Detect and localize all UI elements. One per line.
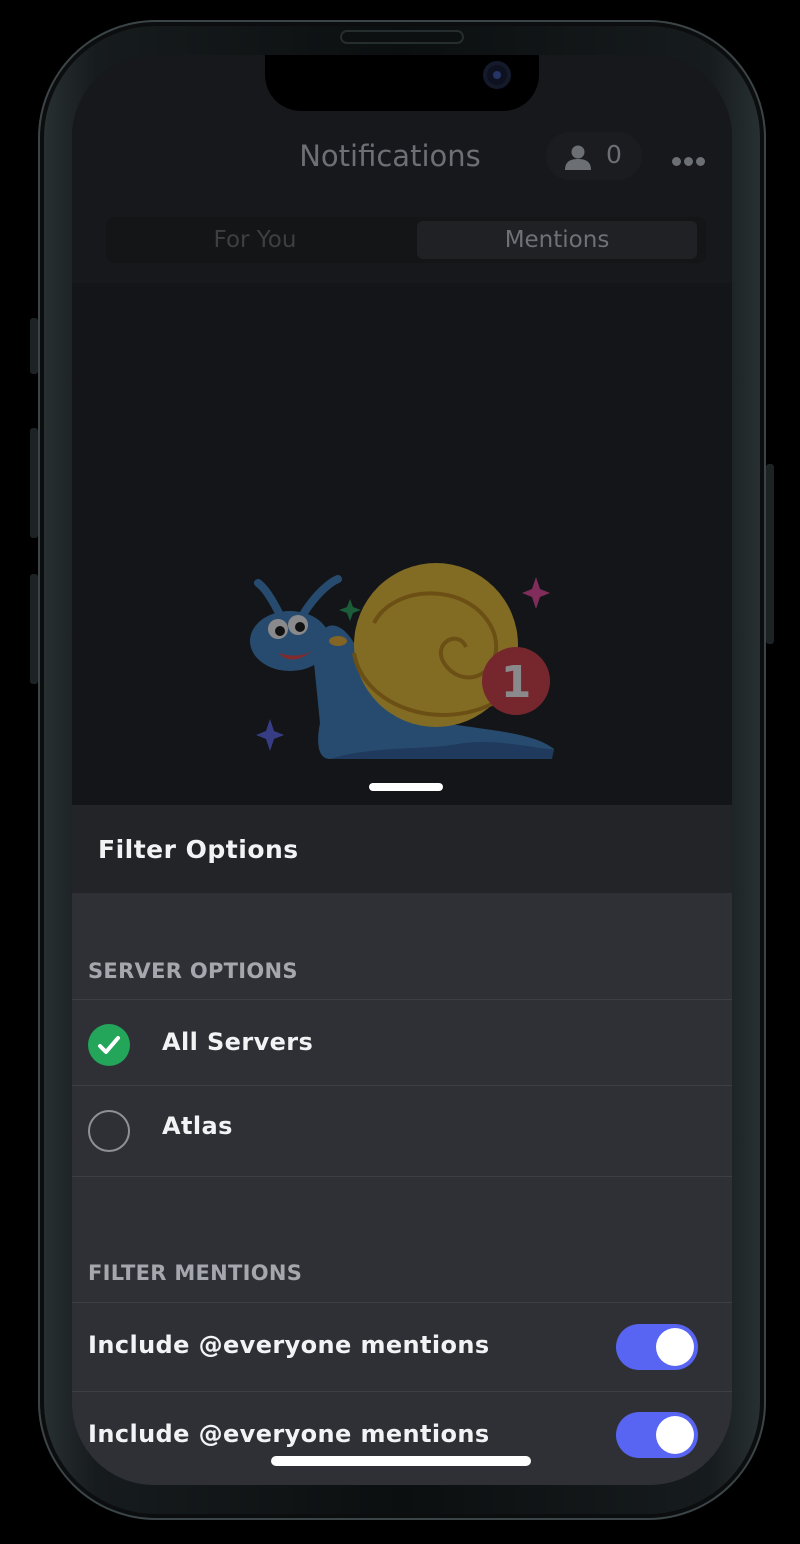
mention-filter-label: Include @everyone mentions — [88, 1420, 490, 1448]
friends-count: 0 — [606, 140, 622, 169]
mention-filter-row: Include @everyone mentions — [72, 1391, 732, 1485]
volume-up-button — [30, 428, 38, 538]
mute-switch — [30, 318, 38, 374]
tab-for-you[interactable]: For You — [110, 221, 400, 259]
sheet-drag-handle[interactable] — [369, 783, 443, 791]
more-horizontal-icon[interactable] — [672, 151, 708, 166]
filter-options-sheet: SERVER OPTIONS All Servers Atlas FILTER … — [72, 893, 732, 1485]
sheet-header: Filter Options — [72, 805, 732, 893]
server-option-atlas[interactable]: Atlas — [72, 1085, 732, 1177]
sheet-title: Filter Options — [98, 835, 299, 864]
power-button — [766, 464, 774, 644]
snail-illustration: 1 — [250, 563, 554, 759]
camera-icon — [483, 61, 511, 89]
person-icon — [565, 145, 591, 170]
mention-filter-toggle[interactable] — [616, 1324, 698, 1370]
radio-checked[interactable] — [88, 1024, 130, 1066]
filter-mentions-label: FILTER MENTIONS — [88, 1261, 303, 1285]
mention-filter-row: Include @everyone mentions — [72, 1302, 732, 1391]
mention-filter-toggle[interactable] — [616, 1412, 698, 1458]
home-indicator[interactable] — [271, 1456, 531, 1466]
phone-screen: Notifications 0 For You Mentions 1 Filte… — [72, 55, 732, 1485]
mention-filter-label: Include @everyone mentions — [88, 1331, 490, 1359]
notifications-screen-dimmed: Notifications 0 For You Mentions 1 — [72, 55, 732, 815]
friends-count-pill[interactable]: 0 — [546, 132, 642, 180]
tab-mentions[interactable]: Mentions — [417, 221, 697, 259]
notification-tabs: For You Mentions — [106, 217, 706, 263]
server-options-label: SERVER OPTIONS — [88, 959, 298, 983]
radio-unchecked[interactable] — [88, 1110, 130, 1152]
server-option-label: All Servers — [162, 1028, 314, 1056]
notch — [265, 55, 539, 111]
mention-count-badge: 1 — [501, 657, 532, 708]
server-option-label: Atlas — [162, 1112, 233, 1140]
checkmark-icon — [98, 1036, 120, 1054]
volume-down-button — [30, 574, 38, 684]
earpiece-speaker — [340, 30, 464, 44]
server-option-all-servers[interactable]: All Servers — [72, 999, 732, 1085]
